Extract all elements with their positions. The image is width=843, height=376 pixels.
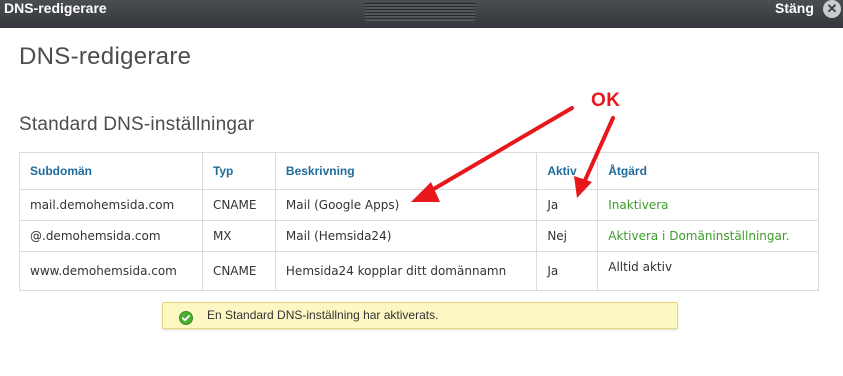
cell-description: Mail (Hemsida24) [274,220,538,252]
column-header-active: Aktiv [536,152,599,190]
drag-handle[interactable] [365,3,475,21]
cell-active: Nej [536,220,599,252]
cell-type: CNAME [201,251,276,291]
page-title: DNS-redigerare [19,43,192,70]
window-titlebar: DNS-redigerare Stäng ✕ [0,0,843,28]
cell-action: Alltid aktiv [597,251,819,291]
cell-type: CNAME [201,189,276,221]
column-header-action: Åtgärd [597,152,819,190]
cell-subdomain: www.demohemsida.com [19,251,203,291]
cell-description: Mail (Google Apps) [274,189,538,221]
cell-action: Aktivera i Domäninställningar. [597,220,819,252]
close-icon[interactable]: ✕ [823,0,841,18]
always-active-text: Alltid aktiv [608,260,673,274]
close-button-label[interactable]: Stäng [775,1,814,15]
cell-subdomain: mail.demohemsida.com [19,189,203,221]
table-row: mail.demohemsida.com CNAME Mail (Google … [19,189,819,221]
deactivate-link[interactable]: Inaktivera [608,198,668,212]
cell-type: MX [201,220,276,252]
window-title: DNS-redigerare [4,0,107,16]
table-row: @.demohemsida.com MX Mail (Hemsida24) Ne… [19,220,819,252]
cell-action: Inaktivera [597,189,819,221]
dns-settings-table: Subdomän Typ Beskrivning Aktiv Åtgärd ma… [19,152,819,291]
cell-subdomain: @.demohemsida.com [19,220,203,252]
success-notice: En Standard DNS-inställning har aktivera… [162,302,678,329]
check-circle-icon [179,309,193,325]
section-title: Standard DNS-inställningar [19,114,255,135]
table-row: www.demohemsida.com CNAME Hemsida24 kopp… [19,251,819,291]
cell-active: Ja [536,189,599,221]
cell-description: Hemsida24 kopplar ditt domännamn [274,251,538,291]
cell-active: Ja [536,251,599,291]
activate-in-domain-settings-link[interactable]: Aktivera i Domäninställningar. [608,229,789,243]
column-header-subdomain: Subdomän [19,152,203,190]
annotation-ok-label: OK [591,90,621,111]
column-header-description: Beskrivning [274,152,538,190]
table-header-row: Subdomän Typ Beskrivning Aktiv Åtgärd [19,152,819,190]
column-header-type: Typ [201,152,276,190]
notice-message: En Standard DNS-inställning har aktivera… [207,308,439,322]
